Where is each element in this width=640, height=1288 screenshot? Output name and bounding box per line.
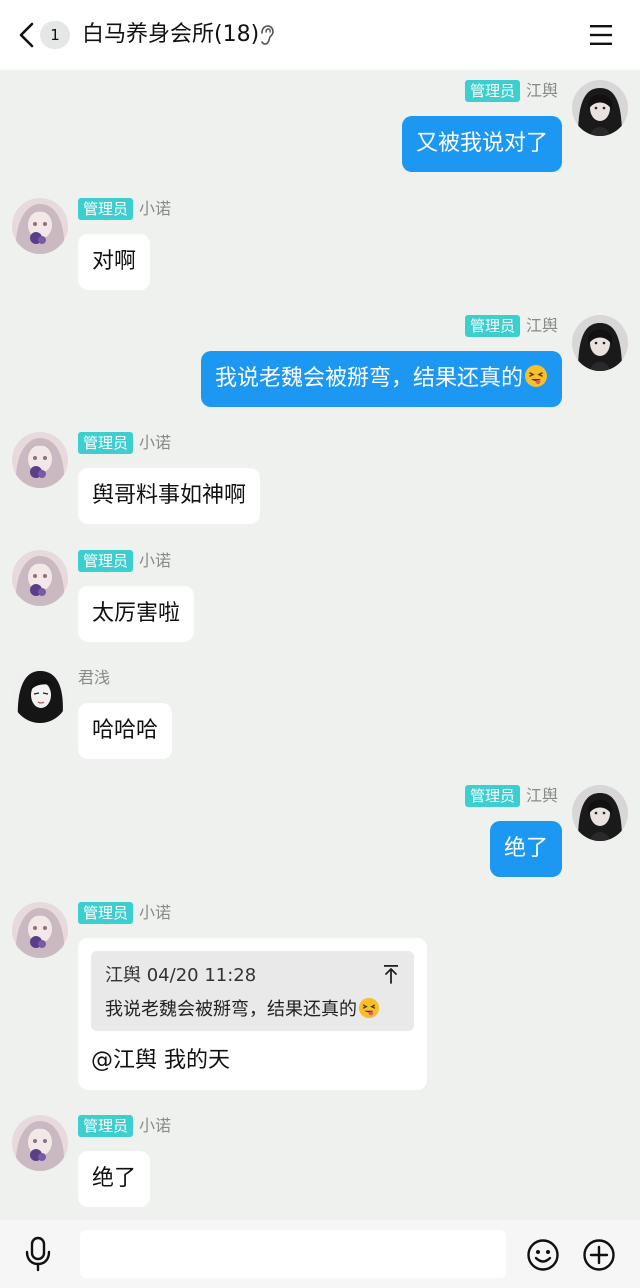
squinting-tongue-emoji-icon [524, 364, 548, 388]
plus-icon[interactable] [582, 1238, 616, 1272]
message-bubble[interactable]: 哈哈哈 [78, 703, 173, 759]
avatar[interactable] [12, 198, 68, 254]
sender-name: 小诺 [139, 199, 172, 218]
sender-meta: 管理员 江舆 [464, 80, 558, 102]
sender-name: 江舆 [525, 786, 558, 805]
sender-meta: 管理员 小诺 [78, 1115, 171, 1137]
sender-name: 江舆 [525, 81, 558, 100]
admin-badge: 管理员 [78, 1115, 134, 1137]
message-text: 太厉害啦 [92, 601, 181, 626]
sender-name: 君浅 [78, 668, 111, 687]
message-row: 管理员 小诺 江舆 04/20 11:28 我说老魏会被掰弯，结果还真的 @江舆… [0, 902, 640, 1092]
avatar[interactable] [12, 1115, 68, 1171]
avatar[interactable] [12, 667, 68, 723]
message-text: 又被我说对了 [415, 131, 548, 156]
message-text: 我说老魏会被掰弯，结果还真的 [214, 366, 523, 391]
message-bubble[interactable]: 又被我说对了 [401, 116, 562, 172]
message-text: @江舆 我的天 [91, 1048, 230, 1073]
message-row: 管理员 小诺 太厉害啦 [0, 550, 640, 644]
message-bubble[interactable]: 绝了 [78, 1151, 151, 1207]
avatar[interactable] [572, 785, 628, 841]
quote-reply-bubble[interactable]: 江舆 04/20 11:28 我说老魏会被掰弯，结果还真的 @江舆 我的天 [78, 938, 427, 1090]
chat-header: 1 白马养身会所(18) [0, 0, 640, 70]
message-bubble[interactable]: 绝了 [489, 821, 562, 877]
sender-name: 小诺 [139, 903, 172, 922]
message-bubble[interactable]: 舆哥料事如神啊 [78, 468, 261, 524]
message-row: 管理员 小诺 对啊 [0, 198, 640, 292]
sender-meta: 管理员 小诺 [78, 198, 171, 220]
message-row: 君浅 哈哈哈 [0, 667, 640, 761]
message-text: 舆哥料事如神啊 [92, 483, 247, 508]
quoted-author-time: 江舆 04/20 11:28 [105, 965, 257, 986]
message-text: 哈哈哈 [92, 718, 159, 743]
back-arrow-icon[interactable] [14, 20, 40, 50]
sender-name: 小诺 [139, 551, 172, 570]
avatar[interactable] [12, 550, 68, 606]
admin-badge: 管理员 [464, 80, 520, 102]
admin-badge: 管理员 [78, 902, 134, 924]
group-title: 白马养身会所(18) [82, 22, 260, 47]
smile-icon[interactable] [526, 1238, 560, 1272]
message-bubble[interactable]: 对啊 [78, 234, 151, 290]
message-text: 绝了 [503, 836, 548, 861]
message-text: 对啊 [92, 249, 137, 274]
message-bubble[interactable]: 太厉害啦 [78, 586, 195, 642]
sender-meta: 管理员 小诺 [78, 432, 171, 454]
message-input[interactable] [80, 1230, 506, 1278]
admin-badge: 管理员 [464, 785, 520, 807]
chat-area[interactable]: 管理员 江舆 又被我说对了 管理员 小诺 对啊 管理员 江舆 我说老魏会被掰弯，… [0, 70, 640, 1220]
input-bar [0, 1220, 640, 1288]
admin-badge: 管理员 [78, 198, 134, 220]
avatar[interactable] [572, 80, 628, 136]
sender-meta: 管理员 江舆 [464, 785, 558, 807]
avatar[interactable] [12, 902, 68, 958]
sender-meta: 君浅 [78, 667, 110, 689]
quoted-message[interactable]: 江舆 04/20 11:28 我说老魏会被掰弯，结果还真的 [91, 951, 414, 1031]
sender-name: 小诺 [139, 433, 172, 452]
sender-meta: 管理员 小诺 [78, 902, 171, 924]
admin-badge: 管理员 [464, 315, 520, 337]
message-row: 管理员 江舆 我说老魏会被掰弯，结果还真的 [0, 315, 640, 409]
message-row: 管理员 江舆 又被我说对了 [0, 80, 640, 174]
sender-name: 江舆 [525, 316, 558, 335]
admin-badge: 管理员 [78, 550, 134, 572]
jump-to-original-icon[interactable] [382, 963, 400, 985]
quoted-text: 我说老魏会被掰弯，结果还真的 [105, 995, 380, 1021]
avatar[interactable] [572, 315, 628, 371]
ear-icon [261, 25, 274, 45]
menu-icon[interactable] [588, 22, 614, 48]
message-row: 管理员 小诺 舆哥料事如神啊 [0, 432, 640, 526]
avatar[interactable] [12, 432, 68, 488]
message-row: 管理员 小诺 绝了 [0, 1115, 640, 1209]
message-bubble[interactable]: 我说老魏会被掰弯，结果还真的 [200, 351, 562, 407]
sender-meta: 管理员 江舆 [464, 315, 558, 337]
microphone-icon[interactable] [22, 1236, 54, 1272]
admin-badge: 管理员 [78, 432, 134, 454]
message-text: 绝了 [92, 1166, 137, 1191]
message-row: 管理员 江舆 绝了 [0, 785, 640, 879]
unread-count-badge[interactable]: 1 [40, 21, 70, 49]
sender-name: 小诺 [139, 1116, 172, 1135]
squinting-tongue-emoji-icon [358, 997, 380, 1019]
sender-meta: 管理员 小诺 [78, 550, 171, 572]
